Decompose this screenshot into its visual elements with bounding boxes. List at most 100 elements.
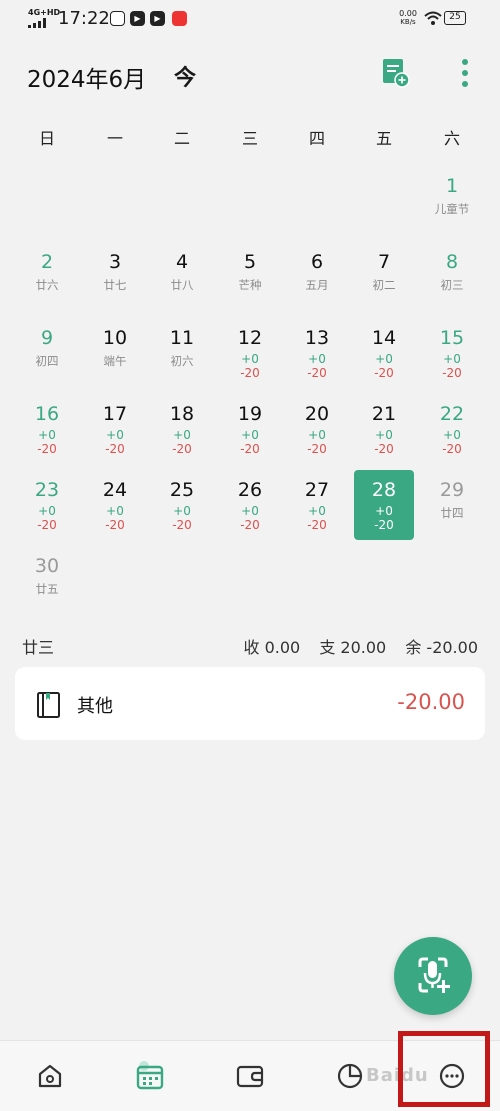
lunar-label: 廿六: [35, 278, 59, 292]
weekday-header: 日 一 二 三 四 五 六: [0, 125, 500, 151]
selected-lunar-date: 廿三: [22, 638, 55, 657]
wallet-icon[interactable]: [235, 1061, 265, 1091]
day-income: +0: [173, 428, 191, 442]
signal-icon: [28, 18, 46, 28]
day-income: +0: [38, 428, 56, 442]
clock: 17:22: [58, 8, 110, 29]
day-number: 17: [102, 403, 128, 425]
calendar-day[interactable]: 1 儿童节: [422, 166, 482, 236]
calendar-day[interactable]: 14 +0 -20: [354, 318, 414, 388]
calendar-day[interactable]: 2 廿六: [17, 242, 77, 312]
record-category: 其他: [77, 696, 113, 717]
calendar-day[interactable]: 16 +0 -20: [17, 394, 77, 464]
day-expense: -20: [37, 442, 57, 456]
calendar-day[interactable]: 7 初二: [354, 242, 414, 312]
calendar-day[interactable]: 5 芒种: [220, 242, 280, 312]
day-expense: -20: [374, 442, 394, 456]
day-expense: -20: [172, 518, 192, 532]
weekday-label: 五: [375, 129, 392, 148]
today-button[interactable]: 今: [174, 60, 196, 92]
calendar-day[interactable]: 25 +0 -20: [152, 470, 212, 540]
day-expense: -20: [442, 442, 462, 456]
day-expense: -20: [240, 366, 260, 380]
net-speed: 0.00 KB/s: [399, 9, 417, 27]
lunar-label: 廿五: [35, 582, 59, 596]
day-expense: -20: [172, 442, 192, 456]
calendar-day[interactable]: 8 初三: [422, 242, 482, 312]
voice-add-button[interactable]: [394, 937, 472, 1015]
home-icon[interactable]: [35, 1061, 65, 1091]
calendar-day[interactable]: 27 +0 -20: [287, 470, 347, 540]
day-expense: -20: [105, 442, 125, 456]
day-income: +0: [308, 428, 326, 442]
day-income: +0: [308, 504, 326, 518]
voice-add-icon: [418, 957, 450, 993]
add-note-icon[interactable]: [382, 58, 410, 88]
calendar-day[interactable]: 11 初六: [152, 318, 212, 388]
chart-icon[interactable]: [335, 1061, 365, 1091]
day-number: 3: [108, 251, 122, 273]
day-expense: -20: [37, 518, 57, 532]
calendar-day[interactable]: 21 +0 -20: [354, 394, 414, 464]
calendar-day[interactable]: 26 +0 -20: [220, 470, 280, 540]
calendar-day[interactable]: 12 +0 -20: [220, 318, 280, 388]
calendar-day[interactable]: 29 廿四: [422, 470, 482, 540]
calendar-day[interactable]: 24 +0 -20: [85, 470, 145, 540]
month-title[interactable]: 2024年6月: [27, 60, 146, 94]
calendar-day[interactable]: 28 +0 -20: [354, 470, 414, 540]
more-vert-icon[interactable]: [455, 56, 475, 92]
calendar-day[interactable]: 30 廿五: [17, 546, 77, 616]
play-icon: ▶: [130, 11, 145, 26]
calendar-day[interactable]: 22 +0 -20: [422, 394, 482, 464]
weekday-label: 二: [173, 129, 190, 148]
day-summary: 廿三 收 0.00 支 20.00 余 -20.00: [0, 632, 500, 658]
weekday-label: 四: [308, 129, 325, 148]
calendar-day[interactable]: 10 端午: [85, 318, 145, 388]
day-number: 16: [34, 403, 60, 425]
lunar-label: 初六: [170, 354, 194, 368]
red-app-icon: [172, 11, 187, 26]
day-number: 13: [304, 327, 330, 349]
lunar-label: 初四: [35, 354, 59, 368]
day-expense: -20: [307, 366, 327, 380]
day-income: +0: [106, 428, 124, 442]
book-icon: [37, 692, 60, 718]
weekday-label: 六: [443, 129, 460, 148]
calendar-day[interactable]: 18 +0 -20: [152, 394, 212, 464]
calendar-day[interactable]: 23 +0 -20: [17, 470, 77, 540]
day-number: 25: [169, 479, 195, 501]
play-icon: ▶: [150, 11, 165, 26]
day-income: +0: [241, 352, 259, 366]
day-income: +0: [375, 352, 393, 366]
day-number: 1: [445, 175, 459, 197]
network-indicator: 4G+HD: [28, 8, 61, 17]
calendar-day[interactable]: 13 +0 -20: [287, 318, 347, 388]
day-income: +0: [241, 428, 259, 442]
day-number: 24: [102, 479, 128, 501]
income-total: 收 0.00: [243, 638, 301, 657]
calendar-day[interactable]: 9 初四: [17, 318, 77, 388]
calendar-day[interactable]: 6 五月: [287, 242, 347, 312]
day-number: 14: [371, 327, 397, 349]
day-expense: -20: [307, 518, 327, 532]
calendar-day[interactable]: 3 廿七: [85, 242, 145, 312]
calendar-day[interactable]: 15 +0 -20: [422, 318, 482, 388]
calendar-day[interactable]: 20 +0 -20: [287, 394, 347, 464]
weekday-label: 三: [241, 129, 258, 148]
calendar-day[interactable]: 4 廿八: [152, 242, 212, 312]
day-income: +0: [241, 504, 259, 518]
calendar-day[interactable]: 17 +0 -20: [85, 394, 145, 464]
status-bar: 4G+HD 17:22 ▶ ▶ 0.00 KB/s 25: [0, 0, 500, 40]
day-number: 12: [237, 327, 263, 349]
day-number: 10: [102, 327, 128, 349]
calendar-day[interactable]: 19 +0 -20: [220, 394, 280, 464]
day-expense: -20: [240, 442, 260, 456]
record-item[interactable]: 其他 -20.00: [15, 667, 485, 740]
day-expense: -20: [307, 442, 327, 456]
day-income: +0: [375, 428, 393, 442]
calendar-icon[interactable]: [135, 1061, 165, 1091]
day-number: 7: [377, 251, 391, 273]
day-income: +0: [375, 504, 393, 518]
day-number: 8: [445, 251, 459, 273]
day-number: 2: [40, 251, 54, 273]
